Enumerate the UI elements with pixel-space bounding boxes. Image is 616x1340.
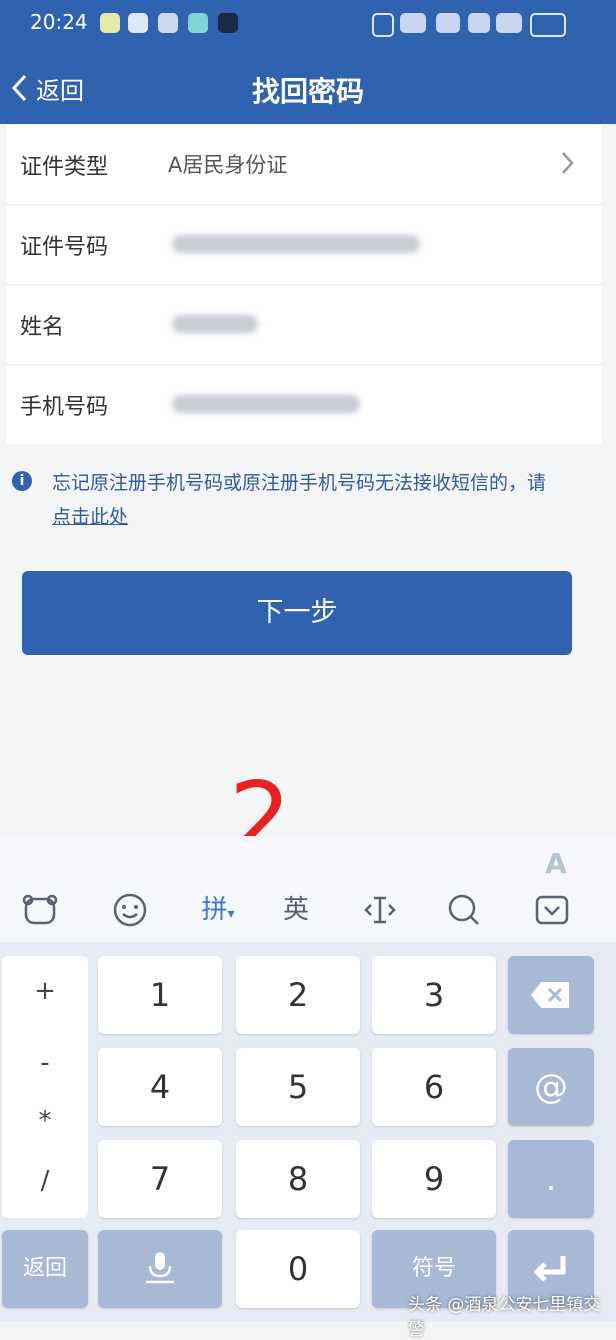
app-icon	[188, 13, 208, 33]
page-title: 找回密码	[251, 75, 364, 108]
cellular-icon	[496, 13, 522, 33]
search-icon[interactable]	[434, 888, 494, 932]
key-6[interactable]: 6	[372, 1048, 496, 1126]
key-plus[interactable]: +	[2, 976, 88, 1006]
phone-label: 手机号码	[20, 395, 109, 420]
emoji-icon[interactable]	[100, 888, 160, 932]
alarm-icon	[372, 13, 394, 37]
wifi-icon	[436, 13, 460, 33]
key-3[interactable]: 3	[372, 956, 496, 1034]
backspace-key[interactable]	[508, 956, 594, 1034]
key-minus[interactable]: -	[2, 1048, 88, 1078]
key-5[interactable]: 5	[236, 1048, 360, 1126]
name-row[interactable]: 姓名	[6, 284, 602, 365]
hide-keyboard-icon[interactable]	[522, 888, 582, 932]
key-slash[interactable]: /	[2, 1166, 88, 1196]
id-type-label: 证件类型	[20, 155, 109, 180]
enter-icon	[533, 1256, 566, 1282]
english-tab[interactable]: 英	[266, 888, 326, 932]
notice-link[interactable]: 点击此处	[52, 506, 128, 528]
notification-icon	[158, 13, 178, 33]
numeric-keypad: + - * / 1 2 3 4 5 6 @ 7 8 9 . 返回 0 符号	[0, 942, 616, 1322]
id-number-label: 证件号码	[20, 235, 109, 260]
recovery-form: 证件类型 A居民身份证 证件号码 姓名 手机号码	[6, 124, 602, 444]
key-asterisk[interactable]: *	[2, 1106, 88, 1136]
key-2[interactable]: 2	[236, 956, 360, 1034]
chevron-right-icon	[562, 152, 574, 174]
key-9[interactable]: 9	[372, 1140, 496, 1218]
app-icon-dark	[218, 13, 238, 33]
at-key[interactable]: @	[508, 1048, 594, 1126]
caret-down-icon: ▾	[227, 906, 235, 922]
nfc-icon	[468, 13, 490, 33]
backspace-icon	[531, 982, 569, 1008]
app-notification-icon	[100, 13, 120, 33]
watermark: 头条 @酒泉公安七里镇交警	[408, 1295, 601, 1340]
dot-key[interactable]: .	[508, 1140, 594, 1218]
key-1[interactable]: 1	[98, 956, 222, 1034]
id-number-field[interactable]	[172, 235, 420, 253]
id-type-row[interactable]: 证件类型 A居民身份证	[6, 124, 602, 205]
id-type-value: A居民身份证	[168, 153, 288, 177]
name-field[interactable]	[172, 315, 258, 333]
key-7[interactable]: 7	[98, 1140, 222, 1218]
keyboard-menu-icon[interactable]	[10, 888, 70, 932]
microphone-icon	[146, 1252, 174, 1284]
key-8[interactable]: 8	[236, 1140, 360, 1218]
id-number-row[interactable]: 证件号码	[6, 204, 602, 285]
cursor-icon[interactable]	[350, 888, 410, 932]
key-4[interactable]: 4	[98, 1048, 222, 1126]
next-step-button[interactable]: 下一步	[22, 571, 572, 655]
signal-hd-icon	[400, 13, 426, 33]
ime-logo-icon: A	[545, 847, 567, 880]
status-bar: 20:24	[0, 0, 616, 48]
name-label: 姓名	[20, 315, 65, 340]
info-icon: i	[12, 471, 32, 491]
keyboard-back-key[interactable]: 返回	[2, 1230, 88, 1308]
notice-text: 忘记原注册手机号码或原注册手机号码无法接收短信的，请点击此处	[52, 472, 547, 528]
key-0[interactable]: 0	[236, 1230, 360, 1308]
voice-key[interactable]	[98, 1230, 222, 1308]
status-time: 20:24	[30, 10, 88, 34]
battery-icon	[530, 13, 566, 37]
phone-field[interactable]	[172, 395, 360, 413]
keyboard-toolbar: A 拼▾ 英	[0, 836, 616, 942]
phone-row[interactable]: 手机号码	[6, 364, 602, 444]
wechat-icon	[128, 13, 148, 33]
nav-bar: 返回 找回密码	[0, 48, 616, 124]
symbol-column: + - * /	[2, 956, 88, 1218]
pinyin-tab[interactable]: 拼▾	[186, 888, 250, 932]
